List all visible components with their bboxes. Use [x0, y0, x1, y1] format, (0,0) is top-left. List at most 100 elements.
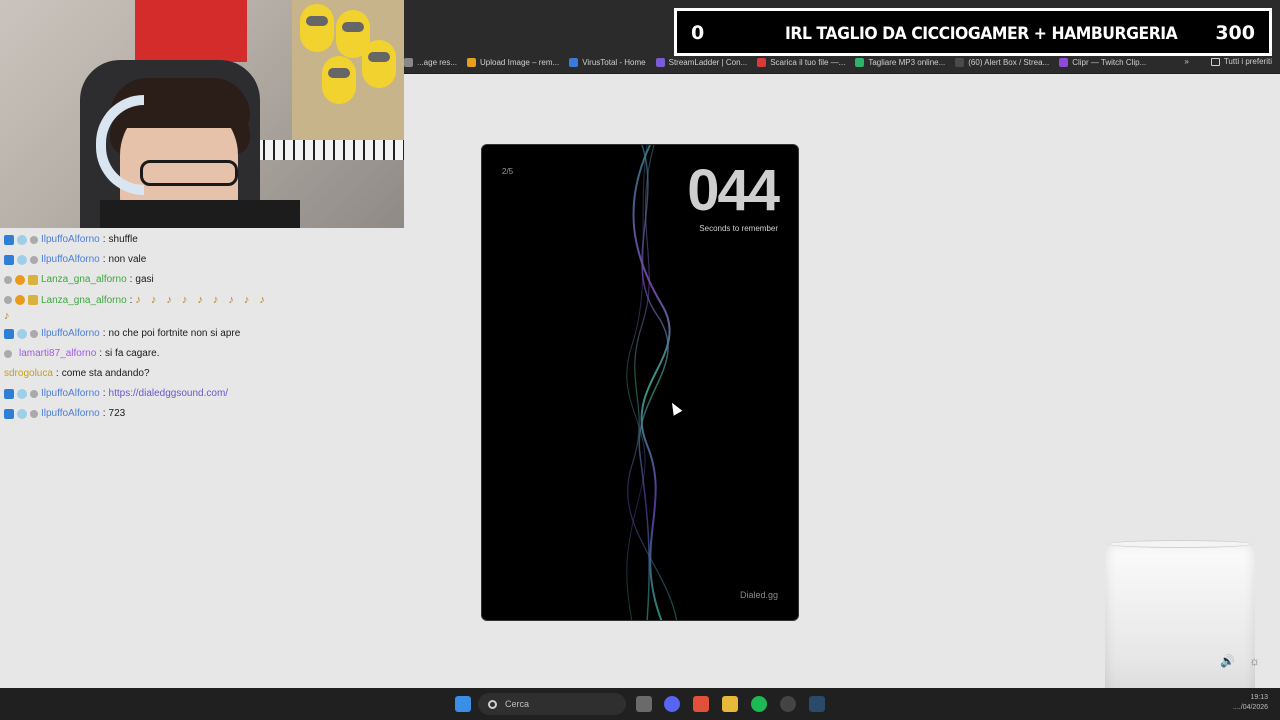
search-placeholder: Cerca [505, 699, 530, 709]
guitar-emote-icon: ♪ [150, 294, 157, 306]
piano-keyboard [245, 140, 404, 160]
clock-time: 19:13 [1250, 694, 1268, 701]
all-bookmarks-folder[interactable]: Tutti i preferiti [1224, 57, 1272, 66]
chat-text: non vale [108, 254, 147, 265]
countdown-label: Seconds to remember [699, 224, 778, 233]
bookmark-item[interactable]: VirusTotal - Home [569, 58, 646, 67]
bookmark-label: Tagliare MP3 online... [868, 58, 946, 67]
badge-icon [30, 255, 38, 264]
bookmark-icon [757, 58, 767, 67]
countdown-timer: 044 [687, 158, 780, 223]
badge-icon [4, 328, 14, 339]
emote-row: ♪ [4, 310, 10, 322]
bookmark-icon [955, 58, 965, 67]
bookmark-icon [855, 58, 865, 67]
badge-icon [30, 389, 38, 398]
system-tray-overlay: 🔊 ☼ [1220, 654, 1260, 668]
chat-link[interactable]: https://dialedggsound.com/ [109, 388, 229, 399]
guitar-emote-icon: ♪ [4, 310, 10, 322]
chat-message: lamarti87_alforno: si fa cagare. [4, 348, 160, 359]
bookmarks-more-button[interactable]: » [1184, 57, 1188, 66]
bookmark-label: Clipr — Twitch Clip... [1072, 58, 1147, 67]
taskbar-search[interactable]: Cerca [478, 693, 626, 715]
bookmark-item[interactable]: Scarica il tuo file —... [757, 58, 845, 67]
guitar-emote-icon: ♪ [243, 294, 250, 306]
goal-current: 0 [691, 22, 705, 44]
badge-icon [4, 254, 14, 265]
volume-icon[interactable]: 🔊 [1220, 654, 1235, 668]
glass-rim [1108, 540, 1252, 548]
taskbar-clock[interactable]: 19:13 ..../04/2026 [1233, 693, 1268, 713]
chat-message: sdrogoluca: come sta andando? [4, 368, 150, 379]
chat-message: IlpuffoAlforno: 723 [4, 408, 125, 419]
file-explorer-icon[interactable] [722, 696, 738, 712]
badge-icon [15, 274, 25, 285]
bookmark-item[interactable]: StreamLadder | Con... [655, 58, 748, 67]
guitar-emote-icon: ♪ [259, 294, 265, 306]
chat-message: IlpuffoAlforno: shuffle [4, 234, 138, 245]
minion-poster [292, 0, 404, 150]
chat-username[interactable]: sdrogoluca [4, 368, 53, 379]
bookmark-item[interactable]: Upload Image – rem... [467, 58, 559, 67]
badge-icon [4, 275, 12, 284]
chat-username[interactable]: IlpuffoAlforno [41, 254, 100, 265]
badge-icon [4, 349, 12, 358]
chat-text: shuffle [108, 234, 138, 245]
badge-icon [28, 295, 38, 305]
chat-username[interactable]: IlpuffoAlforno [41, 234, 100, 245]
folder-icon [1210, 57, 1220, 66]
bookmark-label: Upload Image – rem... [480, 58, 560, 67]
search-icon [488, 699, 497, 709]
bookmark-item[interactable]: ...age res... [404, 58, 457, 67]
badge-icon [4, 388, 14, 399]
chat-message: Lanza_gna_alforno: ♪ ♪ ♪ ♪ ♪ ♪ ♪ ♪ ♪ [4, 294, 265, 306]
chat-username[interactable]: IlpuffoAlforno [41, 388, 100, 399]
chat-username[interactable]: Lanza_gna_alforno [41, 295, 127, 306]
discord-icon[interactable] [664, 696, 680, 712]
guitar-emote-icon: ♪ [166, 294, 172, 306]
chat-message-continuation: ♪ [4, 310, 10, 322]
bookmark-label: VirusTotal - Home [582, 58, 646, 67]
brave-browser-icon[interactable] [693, 696, 709, 712]
bookmark-icon [467, 58, 477, 67]
chat-message: IlpuffoAlforno: non vale [4, 254, 146, 265]
badge-icon [17, 388, 27, 399]
chat-text: come sta andando? [61, 368, 150, 379]
goal-target: 300 [1215, 22, 1255, 44]
badge-icon [17, 234, 27, 245]
chat-message: IlpuffoAlforno: https://dialedggsound.co… [4, 388, 228, 399]
obs-icon[interactable] [780, 696, 796, 712]
bookmark-icon [1059, 58, 1069, 67]
bookmark-item[interactable]: Tagliare MP3 online... [855, 58, 945, 67]
chat-text: gasi [135, 274, 154, 285]
steam-icon[interactable] [809, 696, 825, 712]
bookmark-label: StreamLadder | Con... [668, 58, 748, 67]
game-card[interactable]: 2/5 044 Seconds to remember Dialed.gg [481, 144, 799, 621]
badge-icon [15, 295, 25, 305]
badge-icon [4, 296, 12, 304]
glasses [140, 160, 238, 186]
badge-icon [17, 328, 27, 339]
badge-icon [4, 234, 14, 245]
chat-username[interactable]: lamarti87_alforno [19, 348, 96, 359]
badge-icon [30, 409, 38, 418]
chat-text: si fa cagare. [105, 348, 160, 359]
badge-icon [30, 235, 38, 244]
bookmark-label: Scarica il tuo file —... [770, 58, 846, 67]
chat-username[interactable]: IlpuffoAlforno [41, 408, 100, 419]
round-indicator: 2/5 [502, 167, 514, 176]
bookmark-icon [404, 58, 413, 67]
bookmark-label: ...age res... [417, 58, 458, 67]
task-view-icon[interactable] [636, 696, 652, 712]
goal-title: IRL TAGLIO DA CICCIOGAMER + HAMBURGERIA [785, 24, 1178, 44]
bookmark-item[interactable]: Clipr — Twitch Clip... [1059, 58, 1146, 67]
brand-label[interactable]: Dialed.gg [740, 590, 778, 600]
chat-username[interactable]: IlpuffoAlforno [41, 328, 100, 339]
guitar-emote-icon: ♪ [181, 294, 188, 306]
bookmark-item[interactable]: (60) Alert Box / Strea... [955, 58, 1049, 67]
spotify-icon[interactable] [751, 696, 767, 712]
chat-username[interactable]: Lanza_gna_alforno [41, 274, 127, 285]
chat-text: 723 [108, 408, 126, 419]
windows-start-icon[interactable] [455, 696, 471, 712]
brightness-icon[interactable]: ☼ [1249, 654, 1260, 668]
